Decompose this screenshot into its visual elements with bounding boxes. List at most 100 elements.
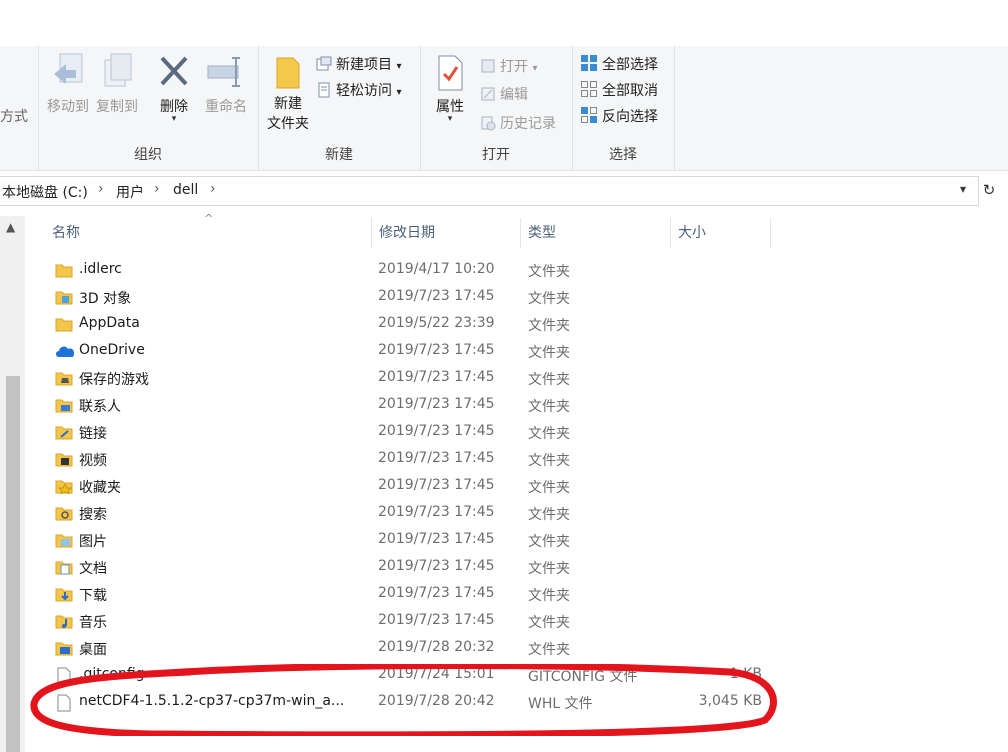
history-label: 历史记录 (500, 116, 556, 132)
file-row[interactable]: 联系人 2019/7/23 17:45 文件夹 (45, 392, 775, 419)
select-all-button[interactable]: 全部选择 (580, 54, 658, 74)
breadcrumb-chevron-icon[interactable]: › (210, 181, 216, 197)
ribbon-group-clipboard: 方式 (0, 46, 39, 170)
open-group-label: 打开 (482, 147, 510, 163)
file-row[interactable]: 搜索 2019/7/23 17:45 文件夹 (45, 500, 775, 527)
move-to-button[interactable]: 移动到 (42, 52, 94, 116)
file-name: 收藏夹 (79, 480, 121, 496)
file-name: AppData (79, 315, 140, 331)
file-name: netCDF4-1.5.1.2-cp37-cp37m-win_a... (79, 693, 345, 709)
file-type: GITCONFIG 文件 (528, 669, 638, 685)
paste-shortcut-label[interactable]: 方式 (0, 106, 28, 126)
column-header-type[interactable]: 类型 (521, 218, 671, 248)
navigation-pane-scrollbar[interactable]: ▲ (0, 216, 25, 752)
address-bar[interactable]: 本地磁盘 (C:) › 用户 › dell › (0, 176, 979, 206)
column-header-row: 名称 修改日期 类型 大小 (45, 218, 775, 248)
invert-selection-button[interactable]: 反向选择 (580, 106, 658, 126)
rename-button[interactable]: 重命名 (198, 52, 254, 116)
file-size: 3,045 KB (698, 693, 762, 709)
easy-access-button[interactable]: 轻松访问 ▾ (316, 80, 401, 100)
file-type: 文件夹 (528, 453, 570, 469)
open-button[interactable]: 打开 ▾ (480, 56, 537, 76)
history-button[interactable]: 历史记录 (480, 113, 556, 133)
select-all-icon (581, 55, 597, 71)
file-date: 2019/7/23 17:45 (378, 612, 495, 628)
breadcrumb-chevron-icon[interactable]: › (154, 181, 160, 197)
new-item-label: 新建项目 (336, 57, 392, 73)
file-icon (55, 667, 73, 685)
file-row[interactable]: .gitconfig 2019/7/24 15:01 GITCONFIG 文件 1 K… (45, 662, 775, 689)
edit-button[interactable]: 编辑 (480, 84, 528, 104)
properties-dropdown-icon[interactable]: ▾ (428, 115, 472, 124)
delete-button[interactable]: 删除 ▾ (152, 52, 196, 124)
column-header-size[interactable]: 大小 (671, 218, 771, 248)
music-icon (55, 613, 73, 629)
properties-button[interactable]: 属性 ▾ (428, 54, 472, 124)
delete-dropdown-icon[interactable]: ▾ (152, 115, 196, 124)
address-history-chevron-down-icon[interactable]: ▾ (960, 182, 966, 196)
ribbon-group-select: 全部选择 全部取消 反向选择 选择 (572, 46, 675, 170)
breadcrumb-chevron-icon[interactable]: › (98, 181, 104, 197)
file-date: 2019/7/23 17:45 (378, 450, 495, 466)
new-item-button[interactable]: 新建项目 ▾ (316, 54, 401, 74)
scroll-up-chevron-icon[interactable]: ▲ (6, 220, 15, 234)
links-icon (55, 424, 73, 440)
edit-label: 编辑 (500, 87, 528, 103)
file-name: 音乐 (79, 615, 107, 631)
refresh-icon[interactable]: ↻ (979, 176, 999, 204)
file-row[interactable]: netCDF4-1.5.1.2-cp37-cp37m-win_a... 2019/… (45, 689, 775, 716)
file-row[interactable]: 下载 2019/7/23 17:45 文件夹 (45, 581, 775, 608)
breadcrumb-local-disk[interactable]: 本地磁盘 (C:) (2, 182, 88, 202)
file-date: 2019/7/23 17:45 (378, 531, 495, 547)
file-row[interactable]: 桌面 2019/7/28 20:32 文件夹 (45, 635, 775, 662)
breadcrumb-users[interactable]: 用户 (116, 182, 144, 202)
file-row[interactable]: 图片 2019/7/23 17:45 文件夹 (45, 527, 775, 554)
move-to-icon (54, 53, 83, 84)
ribbon: 方式 移动到 复制到 删除 ▾ 重命名 组织 新建 文件夹 新建项目 ▾ 轻松访… (0, 46, 1008, 171)
pictures-icon (55, 532, 73, 548)
new-item-dropdown-icon: ▾ (396, 61, 402, 72)
file-date: 2019/7/24 15:01 (378, 666, 495, 682)
ribbon-group-new: 新建 文件夹 新建项目 ▾ 轻松访问 ▾ 新建 (258, 46, 421, 170)
file-row[interactable]: 音乐 2019/7/23 17:45 文件夹 (45, 608, 775, 635)
file-row[interactable]: 视频 2019/7/23 17:45 文件夹 (45, 446, 775, 473)
new-folder-label-1: 新建 (274, 96, 302, 112)
file-row[interactable]: .idlerc 2019/4/17 10:20 文件夹 (45, 257, 775, 284)
file-name: OneDrive (79, 342, 145, 358)
file-row[interactable]: OneDrive 2019/7/23 17:45 文件夹 (45, 338, 775, 365)
file-name: .gitconfig (79, 666, 145, 682)
scrollbar-thumb[interactable] (6, 376, 20, 752)
file-row[interactable]: 保存的游戏 2019/7/23 17:45 文件夹 (45, 365, 775, 392)
history-icon (481, 116, 496, 131)
file-name: 视频 (79, 453, 107, 469)
searches-icon (55, 505, 73, 521)
select-none-button[interactable]: 全部取消 (580, 80, 658, 100)
file-row[interactable]: 收藏夹 2019/7/23 17:45 文件夹 (45, 473, 775, 500)
title-bar-area (0, 0, 1008, 46)
file-date: 2019/7/23 17:45 (378, 369, 495, 385)
file-type: 文件夹 (528, 507, 570, 523)
file-name: 保存的游戏 (79, 372, 149, 388)
breadcrumb-dell[interactable]: dell (173, 182, 198, 198)
copy-to-button[interactable]: 复制到 (94, 52, 140, 116)
new-folder-button[interactable]: 新建 文件夹 (262, 54, 314, 134)
file-date: 2019/4/17 10:20 (378, 261, 495, 277)
file-date: 2019/7/28 20:32 (378, 639, 495, 655)
file-row[interactable]: 3D 对象 2019/7/23 17:45 文件夹 (45, 284, 775, 311)
copy-to-label: 复制到 (96, 99, 138, 115)
select-group-label: 选择 (609, 147, 637, 163)
open-label: 打开 (500, 59, 528, 75)
file-row[interactable]: 文档 2019/7/23 17:45 文件夹 (45, 554, 775, 581)
delete-x-icon (160, 56, 188, 86)
file-type: 文件夹 (528, 345, 570, 361)
cloud-icon (55, 343, 75, 359)
column-header-name[interactable]: 名称 (45, 218, 371, 248)
column-header-date[interactable]: 修改日期 (371, 218, 521, 248)
open-dropdown-icon: ▾ (532, 63, 538, 74)
rename-label: 重命名 (205, 99, 247, 115)
file-name: 桌面 (79, 642, 107, 658)
new-group-label: 新建 (325, 147, 353, 163)
file-date: 2019/7/23 17:45 (378, 585, 495, 601)
file-row[interactable]: AppData 2019/5/22 23:39 文件夹 (45, 311, 775, 338)
file-row[interactable]: 链接 2019/7/23 17:45 文件夹 (45, 419, 775, 446)
